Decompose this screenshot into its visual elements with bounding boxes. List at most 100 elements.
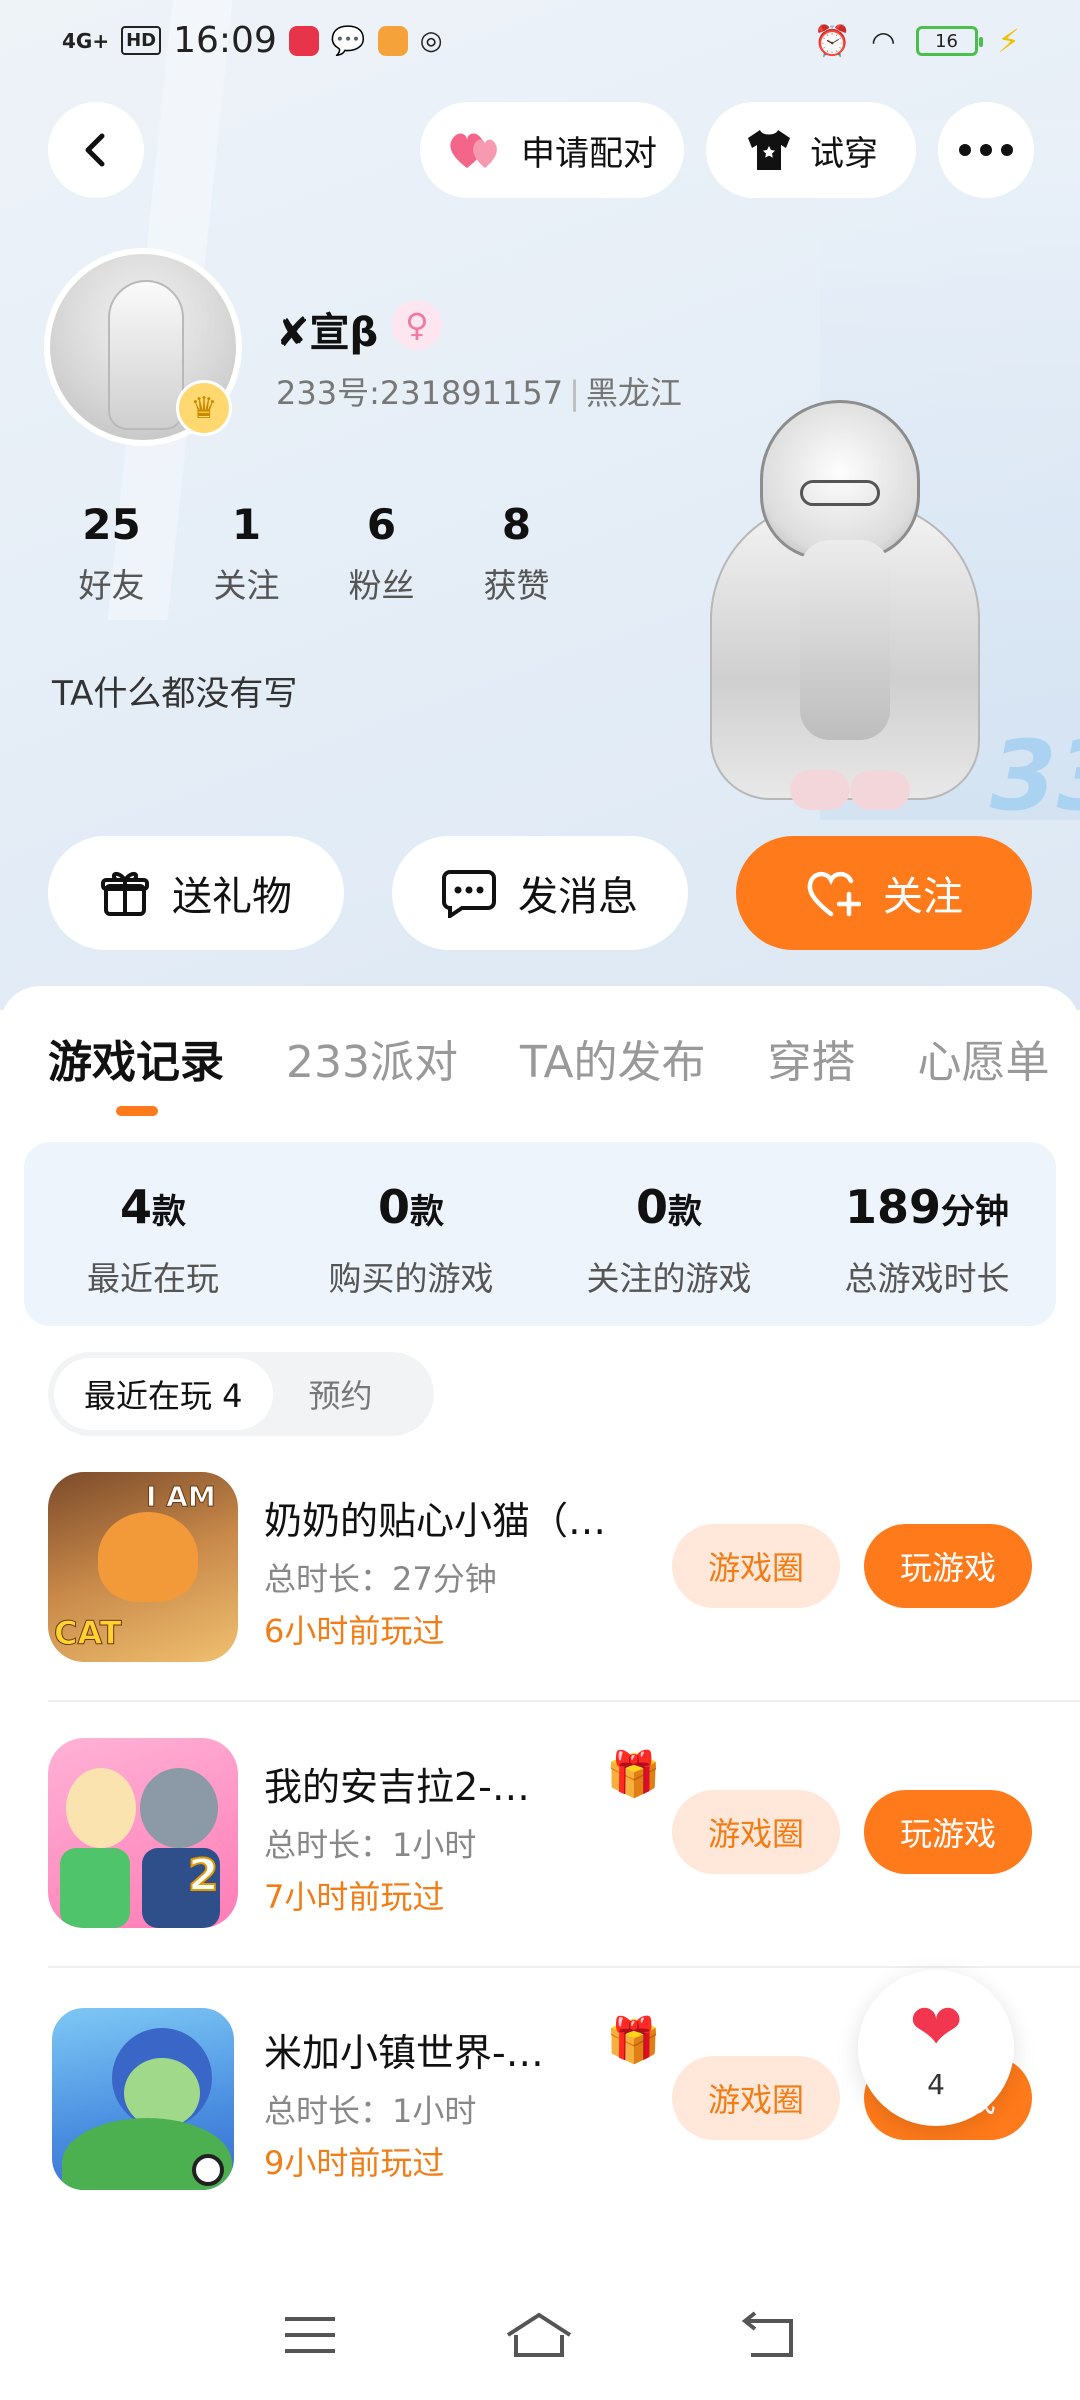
heart-plus-icon xyxy=(807,871,861,917)
apply-match-button[interactable]: 申请配对 xyxy=(420,102,684,198)
stat-fans[interactable]: 6 粉丝 xyxy=(314,500,449,607)
send-gift-button[interactable]: 送礼物 xyxy=(48,836,344,950)
tab-233-party[interactable]: 233派对 xyxy=(286,1026,458,1090)
back-button[interactable] xyxy=(48,102,144,198)
summary-label: 总游戏时长 xyxy=(844,1259,1010,1298)
divider xyxy=(48,1966,1080,1968)
stat-label: 粉丝 xyxy=(348,566,415,605)
angela-figure xyxy=(66,1768,136,1848)
stat-value: 6 xyxy=(366,500,397,549)
play-game-button[interactable]: 玩游戏 xyxy=(864,1790,1032,1874)
character-shoe xyxy=(850,770,910,810)
game-title: 我的安吉拉2-… xyxy=(264,1765,530,1809)
summary-total-time: 189分钟总游戏时长 xyxy=(798,1142,1056,1326)
summary-label: 最近在玩 xyxy=(87,1259,219,1298)
gift-badge-icon: 🎁 xyxy=(606,1749,661,1800)
angela-figure xyxy=(60,1848,130,1928)
battery-level: 16 xyxy=(935,30,958,52)
notification-app-icon xyxy=(377,25,408,56)
list-item[interactable]: 2 我的安吉拉2-… 🎁 总时长：1小时 7小时前玩过 游戏圈 玩游戏 xyxy=(48,1738,1032,1938)
summary-unit: 款 xyxy=(668,1192,702,1232)
summary-value: 0 xyxy=(377,1180,410,1234)
back-nav-icon[interactable] xyxy=(741,2311,797,2359)
notification-app-icon xyxy=(288,25,319,56)
game-circle-button[interactable]: 游戏圈 xyxy=(672,2056,840,2140)
cat-figure xyxy=(98,1512,198,1602)
decorative-33-logo: 33 xyxy=(990,720,1080,832)
crown-icon: ♛ xyxy=(176,380,232,436)
send-message-button[interactable]: 发消息 xyxy=(392,836,688,950)
follow-label: 关注 xyxy=(883,874,963,920)
tab-game-records[interactable]: 游戏记录 xyxy=(48,1026,224,1090)
summary-unit: 分钟 xyxy=(941,1192,1010,1232)
game-circle-button[interactable]: 游戏圈 xyxy=(672,1524,840,1608)
menu-icon[interactable] xyxy=(283,2313,337,2357)
stat-value: 8 xyxy=(501,500,532,549)
segment-reserve[interactable]: 预约 xyxy=(273,1371,373,1417)
game-circle-button[interactable]: 游戏圈 xyxy=(672,1790,840,1874)
more-dots-icon xyxy=(959,144,1013,156)
active-tab-indicator xyxy=(116,1106,158,1116)
tshirt-icon xyxy=(748,130,790,170)
game-icon[interactable]: I AM CAT xyxy=(48,1472,238,1662)
message-icon: 💬 xyxy=(330,24,366,57)
send-message-label: 发消息 xyxy=(518,874,638,920)
character-glasses xyxy=(800,480,880,506)
summary-recent: 4款最近在玩 xyxy=(24,1142,282,1326)
system-navigation-bar xyxy=(0,2270,1080,2400)
game-last-played: 6小时前玩过 xyxy=(264,1612,445,1650)
gift-icon xyxy=(101,872,149,916)
stat-likes[interactable]: 8 获赞 xyxy=(449,500,584,607)
apply-match-label: 申请配对 xyxy=(521,133,657,174)
game-icon-text: I AM xyxy=(146,1480,217,1514)
network-indicator: 4G+ xyxy=(62,28,110,53)
username: ✘宣β xyxy=(276,310,379,356)
follow-button[interactable]: 关注 xyxy=(736,836,1032,950)
like-button[interactable]: ❤ 4 xyxy=(858,1970,1014,2126)
summary-unit: 款 xyxy=(152,1192,186,1232)
try-on-label: 试穿 xyxy=(810,133,878,174)
stat-label: 关注 xyxy=(213,566,280,605)
divider xyxy=(48,1700,1080,1702)
try-on-button[interactable]: 试穿 xyxy=(706,102,916,198)
profile-stats: 25 好友 1 关注 6 粉丝 8 获赞 xyxy=(44,500,584,607)
game-last-played: 9小时前玩过 xyxy=(264,2144,445,2182)
notification-app-icon: ◎ xyxy=(419,25,443,56)
stat-label: 获赞 xyxy=(483,566,550,605)
game-last-played: 7小时前玩过 xyxy=(264,1878,445,1916)
gift-badge-icon: 🎁 xyxy=(606,2015,661,2066)
stat-value: 1 xyxy=(231,500,262,549)
tab-outfits[interactable]: 穿搭 xyxy=(768,1026,856,1090)
summary-label: 购买的游戏 xyxy=(328,1259,494,1298)
game-icon-text: CAT xyxy=(54,1614,123,1653)
separator: | xyxy=(569,374,580,412)
avatar-figure xyxy=(108,280,184,430)
heart-icon: ❤ xyxy=(909,1990,963,2065)
tab-wishlist[interactable]: 心愿单 xyxy=(918,1026,1050,1090)
female-gender-icon: ♀ xyxy=(392,300,442,350)
bio-text: TA什么都没有写 xyxy=(52,674,298,714)
summary-followed: 0款 关注的游戏 xyxy=(540,1142,798,1326)
like-count: 4 xyxy=(927,2067,945,2101)
stat-friends[interactable]: 25 好友 xyxy=(44,500,179,607)
user-id: 233号:231891157 xyxy=(276,374,564,412)
summary-value: 189 xyxy=(844,1180,942,1234)
battery-icon: 16 xyxy=(915,26,983,56)
game-icon[interactable] xyxy=(48,2004,238,2194)
summary-unit: 款 xyxy=(410,1192,444,1232)
game-icon[interactable]: 2 xyxy=(48,1738,238,1928)
wifi-icon: ◠ xyxy=(871,24,896,58)
back-arrow-icon xyxy=(85,133,105,167)
hd-badge: HD xyxy=(121,26,162,55)
charging-icon: ⚡ xyxy=(997,22,1020,60)
segment-recent[interactable]: 最近在玩 4 xyxy=(54,1358,273,1430)
stat-label: 好友 xyxy=(78,566,145,605)
home-icon[interactable] xyxy=(504,2311,574,2359)
stat-following[interactable]: 1 关注 xyxy=(179,500,314,607)
list-item[interactable]: I AM CAT 奶奶的贴心小猫（… 总时长：27分钟 6小时前玩过 游戏圈 玩… xyxy=(48,1472,1032,1672)
summary-value: 4 xyxy=(119,1180,152,1234)
more-button[interactable] xyxy=(938,102,1034,198)
summary-value: 0 xyxy=(635,1180,668,1234)
play-game-button[interactable]: 玩游戏 xyxy=(864,1524,1032,1608)
tab-posts[interactable]: TA的发布 xyxy=(520,1026,706,1090)
